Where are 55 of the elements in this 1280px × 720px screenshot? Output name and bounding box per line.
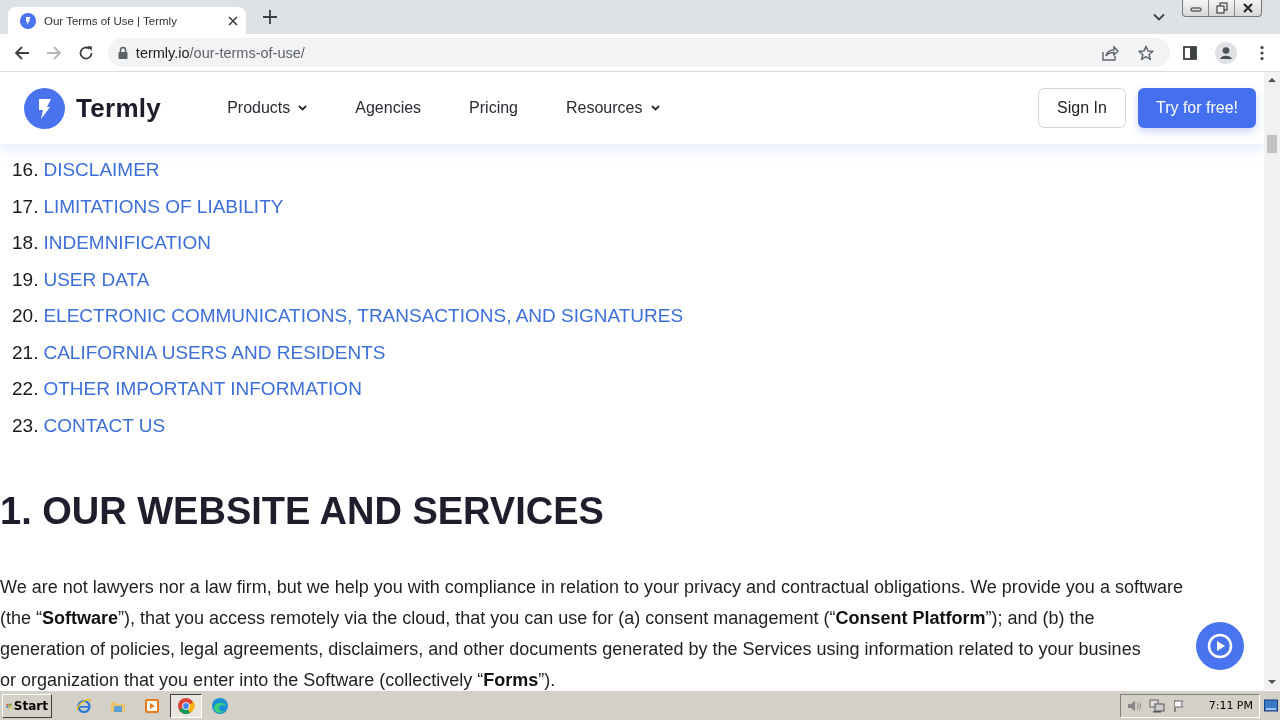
list-number: 19. [12,268,39,291]
close-icon[interactable] [228,15,238,26]
try-free-button[interactable]: Try for free! [1138,88,1256,128]
toc-link[interactable]: DISCLAIMER [43,159,160,182]
toc-link[interactable]: CONTACT US [43,414,166,437]
restore-icon[interactable] [1215,2,1228,14]
list-number: 21. [12,341,39,364]
toc-link[interactable]: INDEMNIFICATION [43,232,211,255]
nav-link[interactable]: Agencies [355,99,422,117]
logo-text[interactable]: Termly [76,92,162,124]
arrow-left-icon[interactable] [13,44,30,61]
star-icon[interactable] [1138,44,1154,61]
clock-text: 7:11 PM [1208,699,1253,712]
browser-tab[interactable]: Our Terms of Use | Termly [8,7,246,34]
nav-link[interactable]: Resources [566,99,660,117]
taskbar-app-button[interactable] [170,693,202,718]
show-desktop-icon[interactable] [1264,698,1278,713]
share-icon[interactable] [1101,44,1119,61]
favicon-icon [20,12,36,29]
internet-explorer-icon[interactable] [76,697,92,714]
network-icon[interactable] [1149,698,1165,713]
list-number: 20. [12,305,39,328]
toc-link[interactable]: USER DATA [43,268,150,291]
list-number: 16. [12,159,39,182]
logo-icon[interactable] [24,87,65,129]
tab-title: Our Terms of Use | Termly [44,14,178,27]
reload-icon[interactable] [77,44,94,61]
flag-icon[interactable] [1173,698,1185,713]
sign-in-button[interactable]: Sign In [1038,88,1126,128]
scroll-thumb[interactable] [1267,135,1277,153]
minimize-icon[interactable] [1189,4,1202,12]
list-number: 22. [12,378,39,401]
more-menu-icon[interactable] [1260,44,1264,61]
scrollbar[interactable] [1264,72,1280,690]
toc-link[interactable]: ELECTRONIC COMMUNICATIONS, TRANSACTIONS, AND SIGNATURES [43,305,684,328]
nav-link[interactable]: Products [227,99,308,117]
list-number: 17. [12,195,39,218]
list-number: 23. [12,414,39,437]
nav-link[interactable]: Pricing [469,99,518,117]
intro-paragraph: We are not lawyers nor a law firm, but we help you with compliance in relation to your privacy and contractual obligations. We provide you a software (the “Software”), that you access remotely via the cloud, that you can use for (a) consent management (“Consent Platform”); and (b) the generation of policies, legal agreements, disclaimers, and other documents generated by the Services using information related to your busines or organization that you enter into the Software (collectively “Forms”). [0,576,1184,690]
url-text: termly.io/our-terms-of-use/ [135,44,305,61]
lock-icon [117,46,128,59]
new-tab-icon[interactable] [260,7,280,27]
toc-link[interactable]: CALIFORNIA USERS AND RESIDENTS [43,341,386,364]
address-bar[interactable]: termly.io/our-terms-of-use/ [107,38,1170,67]
list-number: 18. [12,232,39,255]
chat-launcher-icon[interactable] [1196,622,1244,670]
toc-link[interactable]: OTHER IMPORTANT INFORMATION [43,378,362,401]
media-player-icon[interactable] [144,697,160,714]
side-panel-icon[interactable] [1183,45,1197,60]
toc-link[interactable]: LIMITATIONS OF LIABILITY [43,195,284,218]
close-icon[interactable] [1242,3,1254,13]
start-button[interactable]: Start [2,693,52,718]
profile-icon[interactable] [1215,41,1237,64]
section-heading: 1. OUR WEBSITE AND SERVICES [0,489,604,534]
